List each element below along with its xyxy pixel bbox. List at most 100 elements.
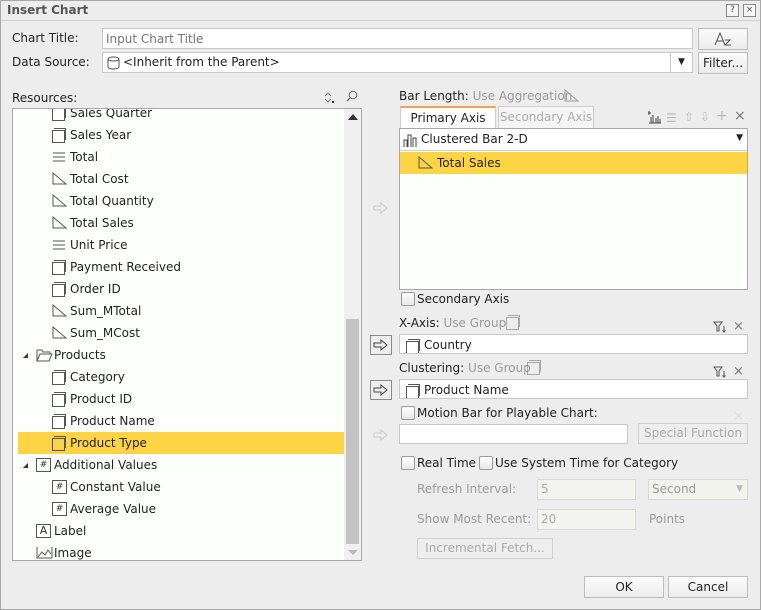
- tree-item[interactable]: Sum_MTotal: [18, 300, 345, 322]
- scrollbar-thumb[interactable]: [346, 319, 359, 544]
- resources-tree: Sales Quarter Sales Year Total Total Cost To…: [12, 108, 362, 561]
- clear-clustering-icon[interactable]: ×: [733, 365, 744, 378]
- close-button[interactable]: ×: [743, 4, 756, 17]
- add-to-x-axis-button[interactable]: [370, 335, 392, 355]
- bar-length-field-row[interactable]: Total Sales: [400, 152, 747, 174]
- chart-type-select[interactable]: Clustered Bar 2-D ▼: [400, 129, 747, 151]
- data-source-select[interactable]: <Inherit from the Parent> ▼: [102, 52, 693, 73]
- arrow-right-icon: [373, 339, 388, 351]
- filter-sort-icon[interactable]: [713, 321, 726, 333]
- scroll-up-icon[interactable]: [348, 114, 358, 120]
- help-button[interactable]: ?: [726, 4, 739, 17]
- tree-item[interactable]: # Constant Value: [18, 476, 345, 498]
- tree-item-label: Sum_MCost: [70, 326, 140, 340]
- tree-item[interactable]: Sales Year: [18, 124, 345, 146]
- aggregation-icon: [52, 326, 67, 339]
- move-down-icon[interactable]: ⇩: [700, 111, 710, 123]
- tree-item-label: Total Sales: [70, 216, 134, 230]
- chevron-down-icon[interactable]: ▼: [736, 133, 743, 143]
- tree-item[interactable]: Total: [18, 146, 345, 168]
- tree-item[interactable]: Unit Price: [18, 234, 345, 256]
- secondary-axis-label: Secondary Axis: [417, 292, 510, 306]
- tree-item-label: Total Cost: [70, 172, 129, 186]
- tree-item[interactable]: Payment Received: [18, 256, 345, 278]
- tree-item-label: Total Quantity: [70, 194, 154, 208]
- group-icon: [406, 384, 420, 398]
- text-format-button[interactable]: [698, 28, 748, 50]
- tab-secondary-axis[interactable]: Secondary Axis: [498, 106, 594, 128]
- x-axis-hint: Use Group: [443, 316, 507, 330]
- insert-chart-dialog: Insert Chart ? × Chart Title: Data Sourc…: [0, 0, 761, 610]
- real-time-checkbox[interactable]: [401, 456, 415, 470]
- points-label: Points: [649, 512, 686, 526]
- expand-toggle-icon[interactable]: [23, 463, 28, 468]
- motion-bar-checkbox[interactable]: [401, 406, 415, 420]
- tree-item[interactable]: Sum_MCost: [18, 322, 345, 344]
- search-icon[interactable]: [346, 90, 358, 102]
- chevron-down-icon: ▼: [736, 484, 743, 494]
- clustering-label-group: Clustering: Use Group: [399, 361, 531, 375]
- delete-icon[interactable]: ×: [734, 109, 746, 123]
- cancel-button[interactable]: Cancel: [668, 576, 748, 598]
- detail-icon: [53, 152, 65, 162]
- tree-item-label: Sales Year: [70, 128, 132, 142]
- filter-button[interactable]: Filter...: [698, 52, 748, 74]
- add-to-clustering-button[interactable]: [370, 380, 392, 400]
- clustering-value: Product Name: [424, 383, 509, 397]
- group-icon: [52, 436, 66, 451]
- tree-item[interactable]: Order ID: [18, 278, 345, 300]
- bar-chart-icon: [403, 134, 417, 147]
- tree-item[interactable]: Image: [18, 542, 345, 560]
- group-icon: [52, 392, 66, 407]
- clustering-field[interactable]: Product Name: [399, 379, 748, 399]
- tree-item[interactable]: Total Quantity: [18, 190, 345, 212]
- tab-primary-axis[interactable]: Primary Axis: [400, 106, 496, 128]
- expand-toggle-icon[interactable]: [23, 353, 28, 358]
- tree-item[interactable]: Product Type: [18, 432, 345, 454]
- x-axis-field[interactable]: Country: [399, 334, 748, 354]
- ok-button[interactable]: OK: [584, 576, 664, 598]
- add-icon[interactable]: +: [716, 109, 728, 123]
- tree-item[interactable]: # Average Value: [18, 498, 345, 520]
- scroll-down-icon[interactable]: [348, 550, 358, 555]
- group-icon: [52, 370, 66, 385]
- filter-sort-icon[interactable]: [713, 366, 726, 378]
- tree-item[interactable]: Total Cost: [18, 168, 345, 190]
- tree-item-label: Label: [54, 524, 87, 538]
- hash-icon: #: [36, 458, 51, 472]
- clear-x-axis-icon[interactable]: ×: [733, 320, 744, 333]
- group-icon: [52, 282, 66, 297]
- vertical-scrollbar[interactable]: [344, 109, 361, 560]
- x-axis-label-group: X-Axis: Use Group: [399, 316, 506, 330]
- group-icon: [52, 109, 66, 121]
- tree-item[interactable]: A Label: [18, 520, 345, 542]
- list-icon[interactable]: ☰: [666, 112, 677, 124]
- tree-item[interactable]: Product Name: [18, 410, 345, 432]
- move-up-icon[interactable]: ⇧: [684, 111, 694, 123]
- tree-item-label: Products: [54, 348, 106, 362]
- tree-item-label: Product Name: [70, 414, 155, 428]
- chart-title-input[interactable]: [102, 28, 693, 49]
- tree-item[interactable]: Total Sales: [18, 212, 345, 234]
- title-bar: Insert Chart ? ×: [1, 1, 760, 21]
- special-function-button: Special Function: [638, 423, 748, 444]
- motion-bar-field[interactable]: [399, 424, 628, 444]
- aggregation-icon: [52, 216, 67, 229]
- add-to-bar-length-arrow-icon[interactable]: [373, 202, 389, 214]
- tree-item[interactable]: Product ID: [18, 388, 345, 410]
- tree-item[interactable]: Sales Quarter: [18, 109, 345, 124]
- tree-item-label: Product ID: [70, 392, 133, 406]
- tree-item[interactable]: # Additional Values: [18, 454, 345, 476]
- system-time-checkbox[interactable]: [479, 456, 493, 470]
- tree-item-label: Total: [70, 150, 99, 164]
- add-chart-icon[interactable]: [648, 111, 662, 124]
- system-time-label: Use System Time for Category: [495, 456, 679, 470]
- chevron-down-icon[interactable]: ▼: [670, 53, 692, 72]
- tree-item[interactable]: Products: [18, 344, 345, 366]
- add-to-motion-bar-arrow-icon: [373, 429, 388, 441]
- sort-icon[interactable]: [323, 91, 335, 104]
- tree-item[interactable]: Category: [18, 366, 345, 388]
- secondary-axis-checkbox[interactable]: [401, 292, 415, 306]
- detail-icon: [53, 240, 65, 250]
- refresh-unit-select: Second ▼: [648, 479, 748, 500]
